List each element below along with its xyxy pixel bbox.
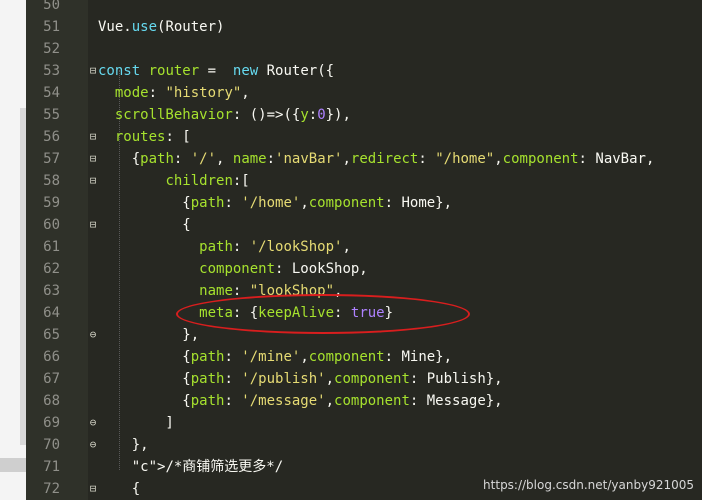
code-text: {path: '/mine',component: Mine}, [98,349,453,365]
code-text: }, [98,327,200,343]
line-number: 72 [43,481,60,497]
line-number: 53 [43,63,60,79]
line-number: 59 [43,195,60,211]
code-text: routes: [ [114,129,191,145]
code-line[interactable]: 66 {path: '/mine',component: Mine}, [26,346,702,368]
code-line[interactable]: 69 ⊖ ] [26,412,702,434]
code-line[interactable]: 56 ⊟ routes: [ [26,126,702,148]
code-text: {path: '/home',component: Home}, [98,195,453,211]
code-line[interactable]: 67 {path: '/publish',component: Publish}… [26,368,702,390]
code-text: scrollBehavior: ()=>({y:0}), [114,107,351,123]
line-number: 68 [43,393,60,409]
code-line[interactable]: 54 mode: "history", [26,82,702,104]
line-number: 64 [43,305,60,321]
code-line[interactable]: 62 component: LookShop, [26,258,702,280]
line-number: 55 [43,107,60,123]
line-number: 70 [43,437,60,453]
code-text: { [98,217,191,233]
code-line[interactable]: 61 path: '/lookShop', [26,236,702,258]
code-line[interactable]: 58 ⊟ children:[ [26,170,702,192]
line-number: 62 [43,261,60,277]
line-number: 51 [43,19,60,35]
code-text: {path: '/message',component: Message}, [98,393,503,409]
line-number: 57 [43,151,60,167]
code-text: ] [98,415,174,431]
code-line[interactable]: 71 "c">/*商铺筛选更多*/ [26,456,702,478]
code-text: mode: "history", [114,85,250,101]
highlight-ellipse-annotation [176,294,470,334]
code-editor[interactable]: 50 51 Vue.use(Router) 52 53 ⊟ const router = n… [26,0,702,500]
code-line[interactable]: 68 {path: '/message',component: Message}… [26,390,702,412]
code-text: path: '/lookShop', [199,239,351,255]
watermark-text: https://blog.csdn.net/yanby921005 [483,478,694,492]
line-number: 54 [43,85,60,101]
code-text: { [98,481,141,497]
code-line[interactable]: 53 ⊟ const router = new Router({ [26,60,702,82]
code-text: const router = new Router({ [98,63,335,79]
line-number: 61 [43,239,60,255]
code-text: {path: '/', name:'navBar',redirect: "/ho… [98,151,655,167]
code-line[interactable]: 51 Vue.use(Router) [26,16,702,38]
code-text: children:[ [165,173,250,189]
line-number: 71 [43,459,60,475]
line-number: 63 [43,283,60,299]
code-text: component: LookShop, [199,261,368,277]
code-text: }, [98,437,149,453]
code-text: "c">/*商铺筛选更多*/ [131,459,284,475]
code-line[interactable]: 60 ⊟ { [26,214,702,236]
line-number: 52 [43,41,60,57]
line-number: 69 [43,415,60,431]
line-number: 66 [43,349,60,365]
line-number: 60 [43,217,60,233]
line-number: 50 [43,0,60,13]
code-line[interactable]: 50 [26,0,702,16]
code-text: {path: '/publish',component: Publish}, [98,371,503,387]
code-line[interactable]: 57 ⊟ {path: '/', name:'navBar',redirect: … [26,148,702,170]
code-line[interactable]: 55 scrollBehavior: ()=>({y:0}), [26,104,702,126]
code-line[interactable]: 52 [26,38,702,60]
line-number: 58 [43,173,60,189]
line-number: 67 [43,371,60,387]
code-line[interactable]: 59 {path: '/home',component: Home}, [26,192,702,214]
code-text: Vue.use(Router) [98,19,225,35]
code-line[interactable]: 70 ⊖ }, [26,434,702,456]
line-number: 56 [43,129,60,145]
line-number: 65 [43,327,60,343]
